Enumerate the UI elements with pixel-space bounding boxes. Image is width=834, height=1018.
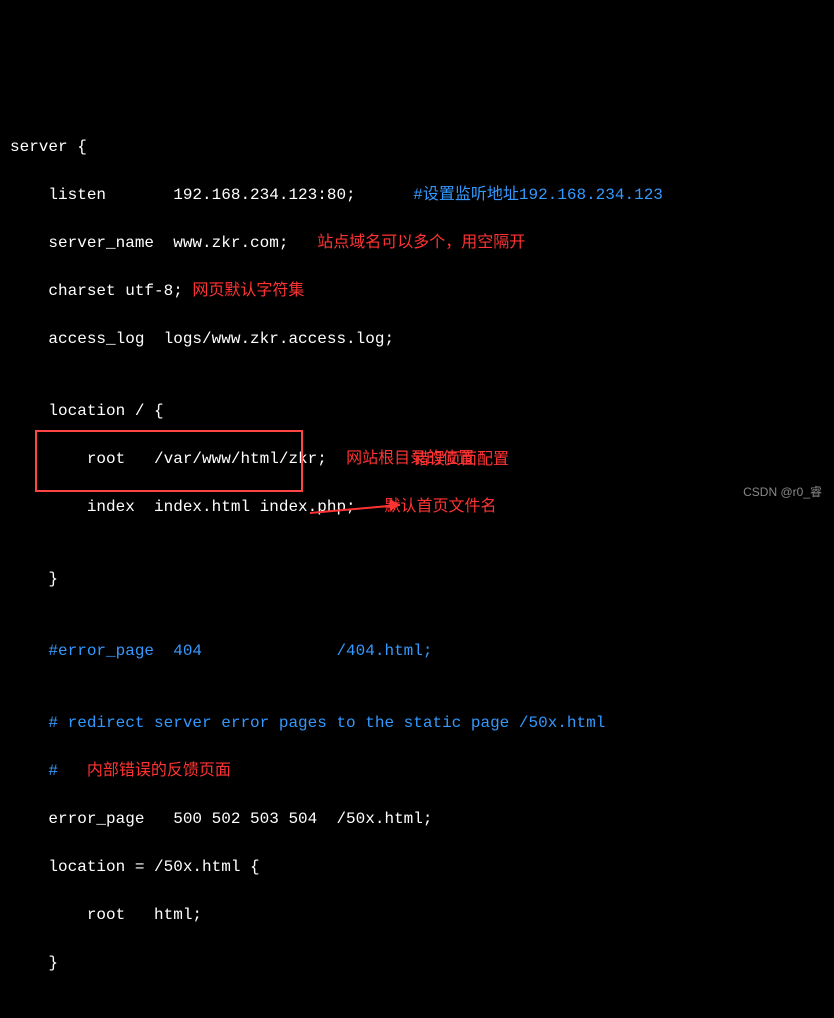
code-line: }: [10, 567, 824, 591]
code-line: index index.html index.php; 默认首页文件名: [10, 495, 824, 519]
code-line: location / {: [10, 399, 824, 423]
code-line: }: [10, 951, 824, 975]
comment-charset: 网页默认字符集: [183, 282, 305, 300]
comment-listen: #设置监听地址192.168.234.123: [356, 186, 663, 204]
comment-internal-error: 内部错误的反馈页面: [58, 762, 231, 780]
code-block: server { listen 192.168.234.123:80; #设置监…: [10, 111, 824, 999]
code-line: listen 192.168.234.123:80; #设置监听地址192.16…: [10, 183, 824, 207]
comment-index: 默认首页文件名: [356, 498, 497, 516]
code-line: root html;: [10, 903, 824, 927]
code-line: server_name www.zkr.com; 站点域名可以多个，用空隔开: [10, 231, 824, 255]
code-line-comment: #error_page 404 /404.html;: [10, 639, 824, 663]
code-line-comment: # redirect server error pages to the sta…: [10, 711, 824, 735]
watermark: CSDN @r0_睿: [743, 483, 822, 501]
code-line: charset utf-8; 网页默认字符集: [10, 279, 824, 303]
code-line: error_page 500 502 503 504 /50x.html;: [10, 807, 824, 831]
arrow-label: 错误页面配置: [413, 448, 509, 472]
code-line: access_log logs/www.zkr.access.log;: [10, 327, 824, 351]
code-line: server {: [10, 135, 824, 159]
comment-server-name: 站点域名可以多个，用空隔开: [288, 234, 525, 252]
code-line: # 内部错误的反馈页面: [10, 759, 824, 783]
code-line: location = /50x.html {: [10, 855, 824, 879]
